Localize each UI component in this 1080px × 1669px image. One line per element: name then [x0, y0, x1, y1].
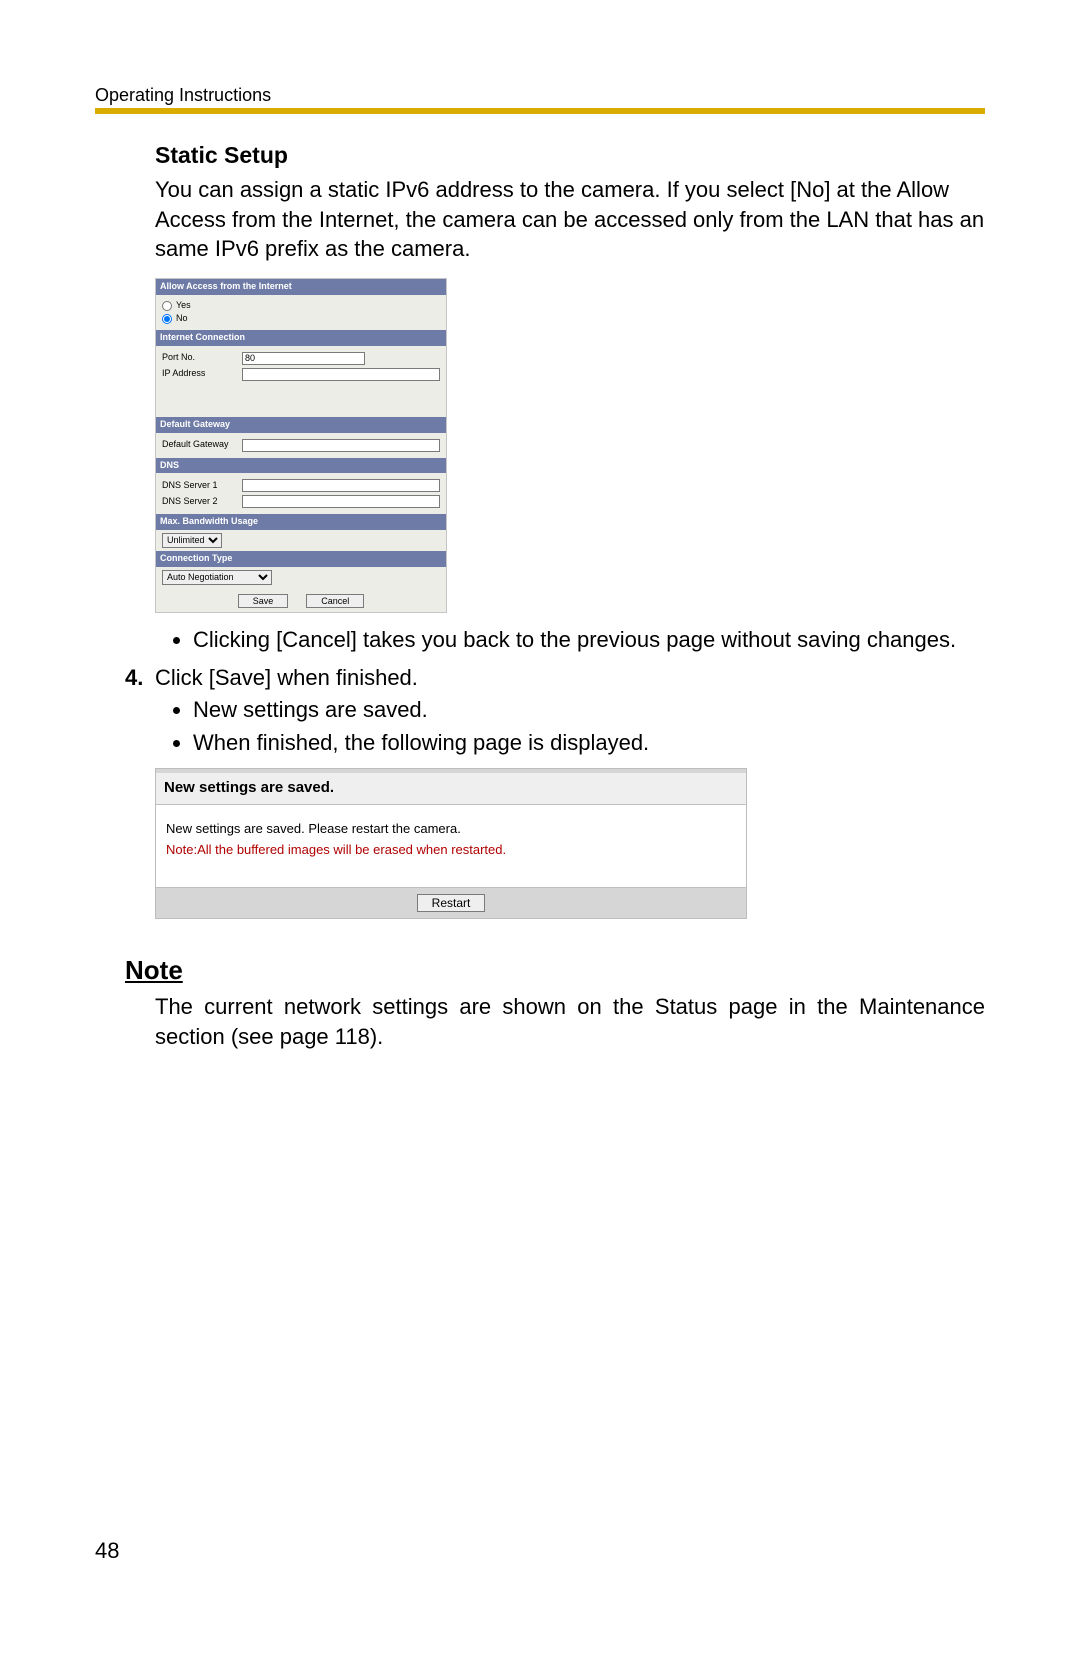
step-4-sub-2: When finished, the following page is dis… — [193, 728, 985, 758]
hdr-connection-type: Connection Type — [156, 551, 446, 567]
radio-yes-label: Yes — [176, 300, 191, 312]
section-intro: You can assign a static IPv6 address to … — [155, 175, 985, 264]
lbl-dns1: DNS Server 1 — [162, 480, 242, 492]
saved-dialog-title: New settings are saved. — [156, 773, 746, 804]
saved-dialog-warning: Note:All the buffered images will be era… — [166, 842, 736, 857]
hdr-internet-connection: Internet Connection — [156, 330, 446, 346]
lbl-port: Port No. — [162, 352, 242, 364]
input-dns2[interactable] — [242, 495, 440, 508]
bullet-cancel-note: Clicking [Cancel] takes you back to the … — [193, 625, 985, 655]
step-4-row: 4. Click [Save] when finished. — [125, 663, 985, 693]
section-title: Static Setup — [155, 142, 985, 169]
hdr-bandwidth: Max. Bandwidth Usage — [156, 514, 446, 530]
hdr-dns: DNS — [156, 458, 446, 474]
bullets-after-form: Clicking [Cancel] takes you back to the … — [193, 625, 985, 655]
step-4-sub-bullets: New settings are saved. When finished, t… — [193, 695, 985, 758]
radio-no[interactable] — [162, 314, 172, 324]
radio-yes[interactable] — [162, 301, 172, 311]
static-setup-form-screenshot: Allow Access from the Internet Yes No In… — [155, 278, 447, 613]
input-port[interactable] — [242, 352, 365, 365]
step-4-text: Click [Save] when finished. — [155, 663, 418, 693]
input-ip[interactable] — [242, 368, 440, 381]
select-bandwidth[interactable]: Unlimited — [162, 533, 222, 548]
lbl-default-gw: Default Gateway — [162, 439, 242, 451]
running-header: Operating Instructions — [95, 85, 985, 106]
saved-dialog-msg: New settings are saved. Please restart t… — [166, 821, 736, 836]
header-rule — [95, 108, 985, 114]
step-4-number: 4. — [125, 663, 155, 693]
note-text: The current network settings are shown o… — [155, 992, 985, 1051]
note-heading: Note — [125, 955, 985, 986]
step-4-sub-1: New settings are saved. — [193, 695, 985, 725]
cancel-button[interactable]: Cancel — [306, 594, 364, 608]
input-default-gw[interactable] — [242, 439, 440, 452]
input-dns1[interactable] — [242, 479, 440, 492]
saved-dialog-screenshot: New settings are saved. New settings are… — [155, 768, 747, 919]
lbl-ip: IP Address — [162, 368, 242, 380]
save-button[interactable]: Save — [238, 594, 289, 608]
radio-no-label: No — [176, 313, 188, 325]
lbl-dns2: DNS Server 2 — [162, 496, 242, 508]
restart-button[interactable]: Restart — [417, 894, 486, 912]
select-connection-type[interactable]: Auto Negotiation — [162, 570, 272, 585]
hdr-allow-access: Allow Access from the Internet — [156, 279, 446, 295]
hdr-default-gateway: Default Gateway — [156, 417, 446, 433]
page-number: 48 — [95, 1538, 119, 1564]
